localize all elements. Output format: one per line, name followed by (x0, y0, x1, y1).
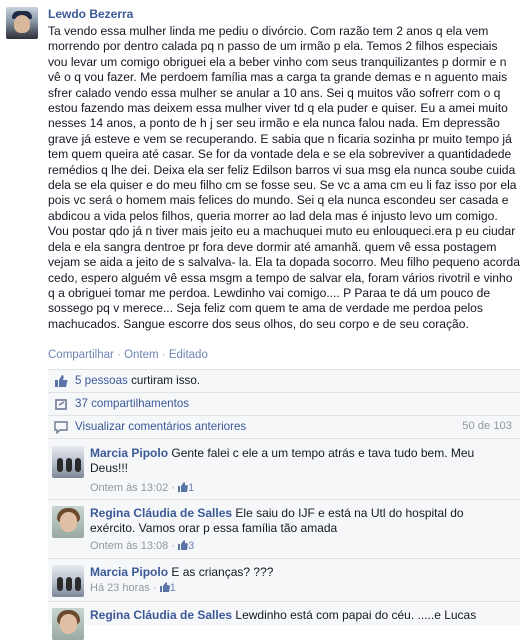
shares-link[interactable]: 37 compartilhamentos (75, 397, 189, 410)
comment-time[interactable]: Ontem às 13:08 (90, 540, 168, 552)
comment-body: Marcia Pipolo Gente falei c ele a um tem… (90, 446, 510, 477)
comment-body: Marcia Pipolo E as crianças? ??? (90, 565, 510, 580)
comment-meta: Há 23 horas · 1 (90, 582, 176, 594)
like-thumb-icon (55, 375, 68, 387)
comment-time[interactable]: Há 23 horas (90, 582, 150, 594)
timestamp-link[interactable]: Ontem (124, 349, 159, 361)
post-text: Ta vendo essa mulher linda me pediu o di… (48, 24, 520, 331)
avatar-figure (75, 458, 81, 472)
share-link[interactable]: Compartilhar (48, 349, 114, 361)
commenter-name[interactable]: Marcia Pipolo (90, 565, 168, 579)
comment-item: Marcia Pipolo E as crianças? ??? Há 23 h… (48, 559, 520, 602)
comment-time[interactable]: Ontem às 13:02 (90, 482, 168, 494)
likes-count-link[interactable]: 5 pessoas (75, 374, 128, 387)
likes-suffix: curtiram isso. (127, 374, 201, 387)
comment-meta: Ontem às 13:02 · 1 (90, 482, 195, 494)
likes-row: 5 pessoas curtiram isso. (48, 370, 520, 393)
commenter-name[interactable]: Marcia Pipolo (90, 446, 168, 460)
comment-like-count[interactable]: 3 (178, 540, 194, 552)
comment-item: Regina Cláudia de Salles Lewdinho está c… (48, 602, 520, 642)
avatar-face (60, 512, 77, 532)
commenter-name[interactable]: Regina Cláudia de Salles (90, 608, 232, 622)
edited-link[interactable]: Editado (169, 349, 208, 361)
post-author[interactable]: Lewdo Bezerra (48, 7, 133, 21)
like-thumb-icon (178, 540, 189, 550)
comment-body: Regina Cláudia de Salles Ele saiu do IJF… (90, 506, 510, 537)
avatar-face (60, 614, 77, 634)
likes-text: 5 pessoas curtiram isso. (75, 374, 200, 387)
comment-body: Regina Cláudia de Salles Lewdinho está c… (90, 608, 510, 623)
comment-text: E as crianças? ??? (171, 565, 274, 579)
view-previous-comments-link[interactable]: Visualizar comentários anteriores (75, 420, 246, 433)
commenter-avatar[interactable] (52, 565, 84, 597)
like-thumb-icon (159, 582, 170, 592)
comment-bubble-icon (54, 421, 68, 434)
comment-item: Marcia Pipolo Gente falei c ele a um tem… (48, 440, 520, 500)
comment-text: Lewdinho está com papai do céu. .....e L… (235, 608, 477, 622)
share-icon (55, 399, 67, 410)
comment-like-count[interactable]: 1 (159, 582, 176, 594)
previous-comments-row: Visualizar comentários anteriores 50 de … (48, 416, 520, 439)
avatar-figure (57, 458, 63, 472)
feedback-panel: 5 pessoas curtiram isso. 37 compartilham… (48, 369, 520, 640)
commenter-avatar[interactable] (52, 608, 84, 640)
like-count-value: 1 (188, 482, 195, 494)
commenter-name[interactable]: Regina Cláudia de Salles (90, 506, 232, 520)
shares-row: 37 compartilhamentos (48, 393, 520, 416)
commenter-avatar[interactable] (52, 446, 84, 478)
like-count-value: 1 (169, 582, 176, 594)
like-count-value: 3 (188, 540, 195, 552)
commenter-avatar[interactable] (52, 506, 84, 538)
like-thumb-icon (178, 482, 189, 492)
avatar-figure (66, 577, 72, 591)
author-avatar[interactable] (6, 7, 38, 39)
avatar-figure (75, 577, 81, 591)
separator: · (161, 349, 166, 361)
avatar-face (14, 15, 30, 33)
comment-meta: Ontem às 13:08 · 3 (90, 540, 195, 552)
comment-like-count[interactable]: 1 (178, 482, 194, 494)
comment-item: Regina Cláudia de Salles Ele saiu do IJF… (48, 500, 520, 559)
avatar-figure (66, 458, 72, 472)
post-actions: Compartilhar · Ontem · Editado (48, 349, 208, 361)
avatar-figure (57, 577, 63, 591)
comment-count: 50 de 103 (462, 420, 512, 432)
separator: · (117, 349, 121, 361)
